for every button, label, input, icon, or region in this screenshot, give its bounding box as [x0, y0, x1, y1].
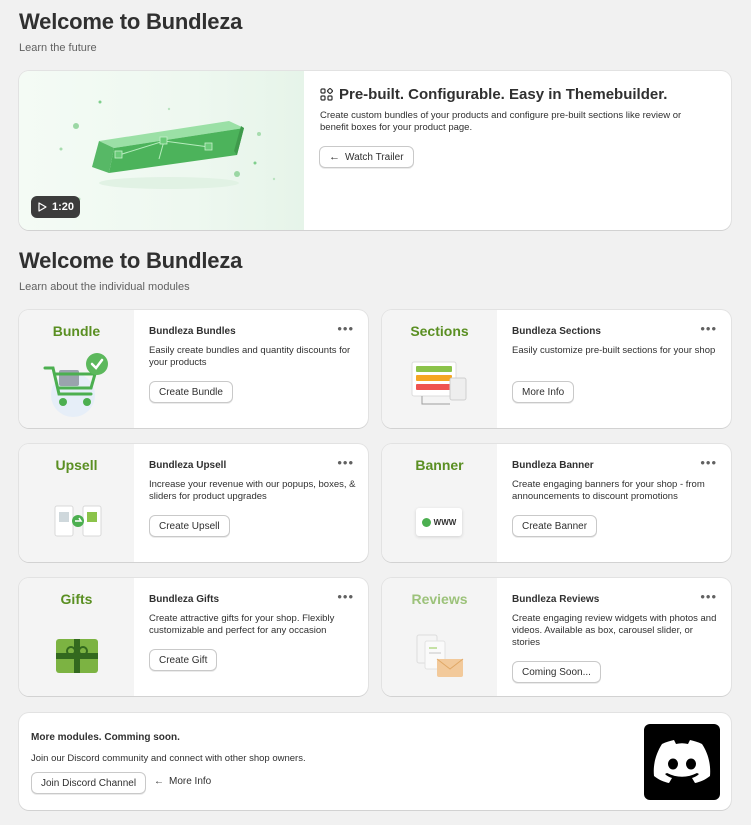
create-bundle-button[interactable]: Create Bundle — [149, 381, 233, 403]
more-actions-icon[interactable]: ••• — [700, 321, 717, 336]
module-thumb: Sections — [382, 310, 497, 428]
module-card-reviews: Reviews Bundleza Reviews ••• Create enga… — [382, 578, 731, 696]
join-discord-button[interactable]: Join Discord Channel — [31, 772, 147, 794]
video-duration: 1:20 — [52, 201, 75, 213]
module-name: Upsell — [55, 457, 98, 473]
www-label: WWW — [433, 517, 457, 527]
footer-more-info-link[interactable]: ← More Info — [154, 776, 211, 787]
module-description: Create engaging banners for your shop - … — [512, 479, 705, 502]
module-card-bundle: Bundle Bundleza Bundles ••• Easily creat… — [19, 310, 368, 428]
arrow-left-icon: ← — [329, 151, 340, 163]
watch-trailer-label: Watch Trailer — [345, 151, 404, 163]
module-name: Sections — [410, 323, 469, 339]
module-thumb: Gifts — [19, 578, 134, 696]
more-actions-icon[interactable]: ••• — [337, 455, 354, 470]
play-duration-badge[interactable]: 1:20 — [31, 196, 81, 218]
discord-icon — [653, 740, 711, 783]
footer-description: Join our Discord community and connect w… — [31, 753, 306, 764]
play-icon — [38, 202, 47, 212]
more-actions-icon[interactable]: ••• — [337, 321, 354, 336]
module-title: Bundleza Upsell — [149, 460, 227, 471]
more-actions-icon[interactable]: ••• — [700, 455, 717, 470]
module-thumb: Reviews — [382, 578, 497, 696]
module-description: Create engaging review widgets with phot… — [512, 613, 717, 648]
module-name: Banner — [415, 457, 464, 473]
module-title: Bundleza Reviews — [512, 594, 600, 605]
more-actions-icon[interactable]: ••• — [700, 589, 717, 604]
module-description: Increase your revenue with our popups, b… — [149, 479, 356, 502]
upsell-icon — [54, 505, 102, 537]
hero-title: Pre-built. Configurable. Easy in Themebu… — [339, 86, 668, 103]
cart-icon — [43, 353, 108, 417]
footer-title: More modules. Comming soon. — [31, 732, 180, 743]
hero-description: Create custom bundles of your products a… — [320, 110, 682, 133]
module-name: Gifts — [60, 591, 93, 607]
globe-icon — [421, 517, 431, 527]
www-banner-widget: WWW — [416, 508, 462, 536]
trailer-thumbnail[interactable]: 1:20 — [19, 71, 304, 230]
module-card-banner: Banner WWW Bundleza Banner ••• Create en… — [382, 444, 731, 562]
module-description: Create attractive gifts for your shop. F… — [149, 613, 335, 636]
apps-icon — [320, 88, 333, 101]
module-card-upsell: Upsell Bundleza Upsell ••• Increase your… — [19, 444, 368, 562]
sections-icon — [411, 361, 467, 405]
more-actions-icon[interactable]: ••• — [337, 589, 354, 604]
create-banner-button[interactable]: Create Banner — [512, 515, 598, 537]
create-gift-button[interactable]: Create Gift — [149, 649, 218, 671]
arrow-left-icon: ← — [154, 776, 164, 787]
module-thumb: Banner WWW — [382, 444, 497, 562]
page-title: Welcome to Bundleza — [19, 9, 243, 34]
modules-title: Welcome to Bundleza — [19, 248, 243, 273]
page-subtitle: Learn the future — [19, 42, 97, 54]
module-card-sections: Sections Bundleza Sections ••• Easily cu… — [382, 310, 731, 428]
coming-soon-button[interactable]: Coming Soon... — [512, 661, 601, 683]
create-upsell-button[interactable]: Create Upsell — [149, 515, 230, 537]
module-description: Easily customize pre-built sections for … — [512, 345, 716, 356]
module-name: Bundle — [52, 323, 101, 339]
hero-card: 1:20 Pre-built. Configurable. Easy in Th… — [19, 71, 731, 230]
module-thumb: Bundle — [19, 310, 134, 428]
hero-heading: Pre-built. Configurable. Easy in Themebu… — [320, 86, 667, 103]
module-description: Easily create bundles and quantity disco… — [149, 345, 351, 368]
watch-trailer-button[interactable]: ← Watch Trailer — [319, 146, 414, 168]
module-name: Reviews — [411, 591, 468, 607]
module-card-gifts: Gifts Bundleza Gifts ••• Create attracti… — [19, 578, 368, 696]
reviews-icon — [416, 634, 464, 677]
discord-logo[interactable] — [644, 724, 720, 800]
module-title: Bundleza Gifts — [149, 594, 220, 605]
more-info-button[interactable]: More Info — [512, 381, 575, 403]
discord-card: More modules. Comming soon. Join our Dis… — [19, 713, 731, 810]
gift-icon — [56, 639, 98, 673]
module-thumb: Upsell — [19, 444, 134, 562]
module-title: Bundleza Bundles — [149, 326, 236, 337]
module-title: Bundleza Banner — [512, 460, 594, 471]
modules-subtitle: Learn about the individual modules — [19, 281, 190, 293]
module-title: Bundleza Sections — [512, 326, 601, 337]
footer-more-info-label: More Info — [169, 776, 212, 787]
